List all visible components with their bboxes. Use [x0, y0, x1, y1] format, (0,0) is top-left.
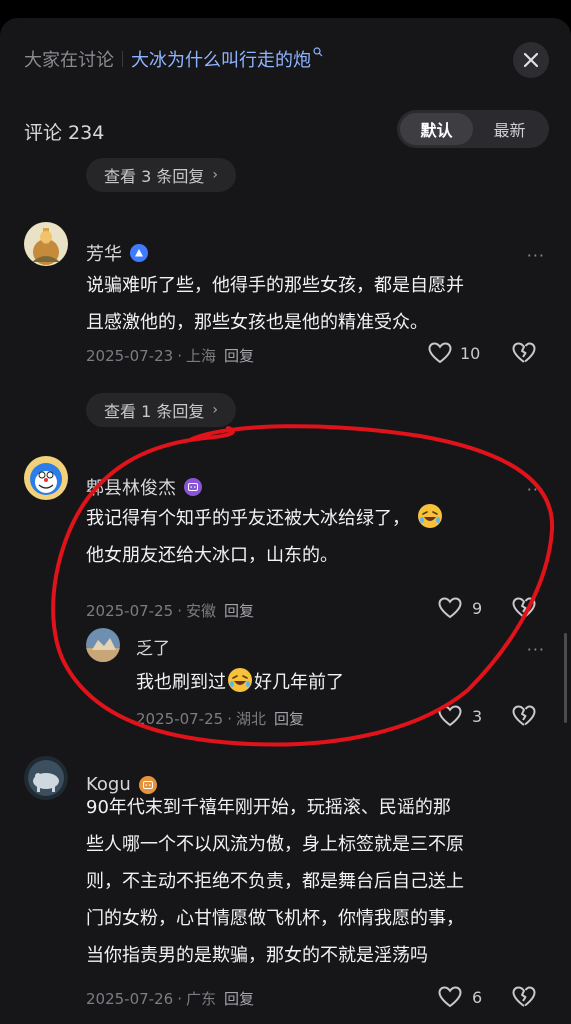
reply-button[interactable]: 回复 [224, 600, 254, 621]
comment-body: 说骗难听了些，他得手的那些女孩，都是自愿并 且感激他的，那些女孩也是他的精准受众… [86, 267, 464, 341]
comment-location: 安徽 [185, 602, 216, 620]
avatar[interactable] [86, 628, 120, 662]
broken-heart-icon [512, 597, 536, 618]
heart-icon [438, 986, 462, 1008]
reply-button[interactable]: 回复 [274, 708, 304, 729]
expand-replies-label: 查看 3 条回复 [104, 167, 205, 186]
comment-line: 他女朋友还给大冰口，山东的。 [86, 545, 338, 566]
comment-line: 当你指责男的是欺骗，那女的不就是淫荡吗 [86, 945, 428, 966]
comments-sheet: 大家在讨论 大冰为什么叫行走的炮 评论 234 默认 最新 查看 3 条回复 ›… [0, 18, 571, 1024]
comment-count: 评论 234 [24, 122, 105, 144]
username[interactable]: 乏了 [136, 634, 170, 659]
reply-button[interactable]: 回复 [224, 345, 254, 366]
comment-line: 我也刷到过 好几年前了 [136, 664, 344, 701]
comment-line: 且感激他的，那些女孩也是他的精准受众。 [86, 312, 428, 333]
topic-label: 大家在讨论 [24, 50, 114, 71]
reply-button[interactable]: 回复 [224, 988, 254, 1009]
dislike-button[interactable] [512, 986, 536, 1008]
comment-line-text: 好几年前了 [254, 672, 344, 693]
meta-separator: · [177, 346, 182, 365]
dislike-button[interactable] [512, 705, 536, 727]
comment-line: 90年代末到千禧年刚开始，玩摇滚、民谣的那 [86, 797, 451, 818]
sort-default-button[interactable]: 默认 [400, 113, 473, 145]
dislike-button[interactable] [512, 342, 536, 364]
comment-line: 些人哪一个不以风流为傲，身上标签就是三不原 [86, 834, 464, 855]
dislike-button[interactable] [512, 597, 536, 619]
level-badge-icon [184, 478, 202, 496]
verified-triangle-icon [130, 244, 148, 262]
avatar[interactable] [24, 222, 68, 266]
heart-icon [438, 597, 462, 619]
comment-line: 说骗难听了些，他得手的那些女孩，都是自愿并 [86, 275, 464, 296]
comment-location: 上海 [185, 347, 216, 365]
comment-meta: 2025-07-23 · 上海 回复 [86, 345, 254, 366]
divider [122, 51, 123, 67]
scrollbar[interactable] [564, 633, 567, 723]
sort-toggle: 默认 最新 [397, 110, 549, 148]
meta-separator: · [227, 709, 232, 728]
avatar[interactable] [24, 756, 68, 800]
like-count: 10 [460, 343, 481, 363]
comment-meta: 2025-07-26 · 广东 回复 [86, 988, 254, 1009]
comment-body: 90年代末到千禧年刚开始，玩摇滚、民谣的那 些人哪一个不以风流为傲，身上标签就是… [86, 789, 464, 974]
more-options-icon[interactable]: ··· [527, 246, 545, 265]
like-count: 3 [472, 706, 483, 726]
comment-meta: 2025-07-25 · 安徽 回复 [86, 600, 254, 621]
comment-line-text: 我也刷到过 [136, 672, 226, 693]
expand-replies-button[interactable]: 查看 1 条回复 › [86, 393, 236, 427]
more-options-icon[interactable]: ··· [527, 640, 545, 659]
like-button[interactable]: 3 [438, 705, 482, 727]
search-icon[interactable] [313, 46, 323, 60]
comment-body: 我也刷到过 好几年前了 [136, 664, 344, 701]
avatar[interactable] [24, 456, 68, 500]
comment-author[interactable]: 乏了 [136, 634, 170, 659]
chevron-right-icon: › [212, 167, 218, 183]
comment-line: 我记得有个知乎的乎友还被大冰给绿了， [86, 500, 444, 537]
close-button[interactable] [513, 42, 549, 78]
rofl-emoji-icon [417, 504, 442, 528]
comment-date: 2025-07-25 [136, 709, 224, 728]
comment-author[interactable]: 郫县林俊杰 [86, 474, 202, 500]
broken-heart-icon [512, 705, 536, 726]
broken-heart-icon [512, 342, 536, 363]
comment-body: 我记得有个知乎的乎友还被大冰给绿了， 他女朋友还给大冰口，山东的。 [86, 500, 444, 574]
meta-separator: · [177, 989, 182, 1008]
like-button[interactable]: 6 [438, 986, 482, 1008]
topic-link[interactable]: 大冰为什么叫行走的炮 [131, 46, 311, 72]
meta-separator: · [177, 601, 182, 620]
sort-latest-button[interactable]: 最新 [473, 113, 546, 145]
heart-icon [438, 705, 462, 727]
comment-line: 门的女粉，心甘情愿做飞机杯，你情我愿的事， [86, 908, 464, 929]
chevron-right-icon: › [212, 402, 218, 418]
username[interactable]: 郫县林俊杰 [86, 474, 176, 500]
more-options-icon[interactable]: ··· [527, 480, 545, 499]
comment-line: 则，不主动不拒绝不负责，都是舞台后自己送上 [86, 871, 464, 892]
comment-date: 2025-07-23 [86, 346, 174, 365]
heart-icon [428, 342, 452, 364]
expand-replies-button[interactable]: 查看 3 条回复 › [86, 158, 236, 192]
comment-date: 2025-07-25 [86, 601, 174, 620]
like-button[interactable]: 10 [428, 342, 480, 364]
comment-meta: 2025-07-25 · 湖北 回复 [136, 708, 304, 729]
comment-line-text: 我记得有个知乎的乎友还被大冰给绿了， [86, 508, 410, 529]
like-count: 6 [472, 987, 483, 1007]
expand-replies-label: 查看 1 条回复 [104, 402, 205, 421]
broken-heart-icon [512, 986, 536, 1007]
like-button[interactable]: 9 [438, 597, 482, 619]
comment-location: 湖北 [235, 710, 266, 728]
close-icon [523, 52, 539, 68]
comment-author[interactable]: 芳华 [86, 240, 148, 266]
comment-location: 广东 [185, 990, 216, 1008]
rofl-emoji-icon [228, 668, 252, 692]
comment-date: 2025-07-26 [86, 989, 174, 1008]
like-count: 9 [472, 598, 483, 618]
username[interactable]: 芳华 [86, 240, 122, 266]
topic-bar: 大家在讨论 大冰为什么叫行走的炮 [24, 46, 323, 72]
